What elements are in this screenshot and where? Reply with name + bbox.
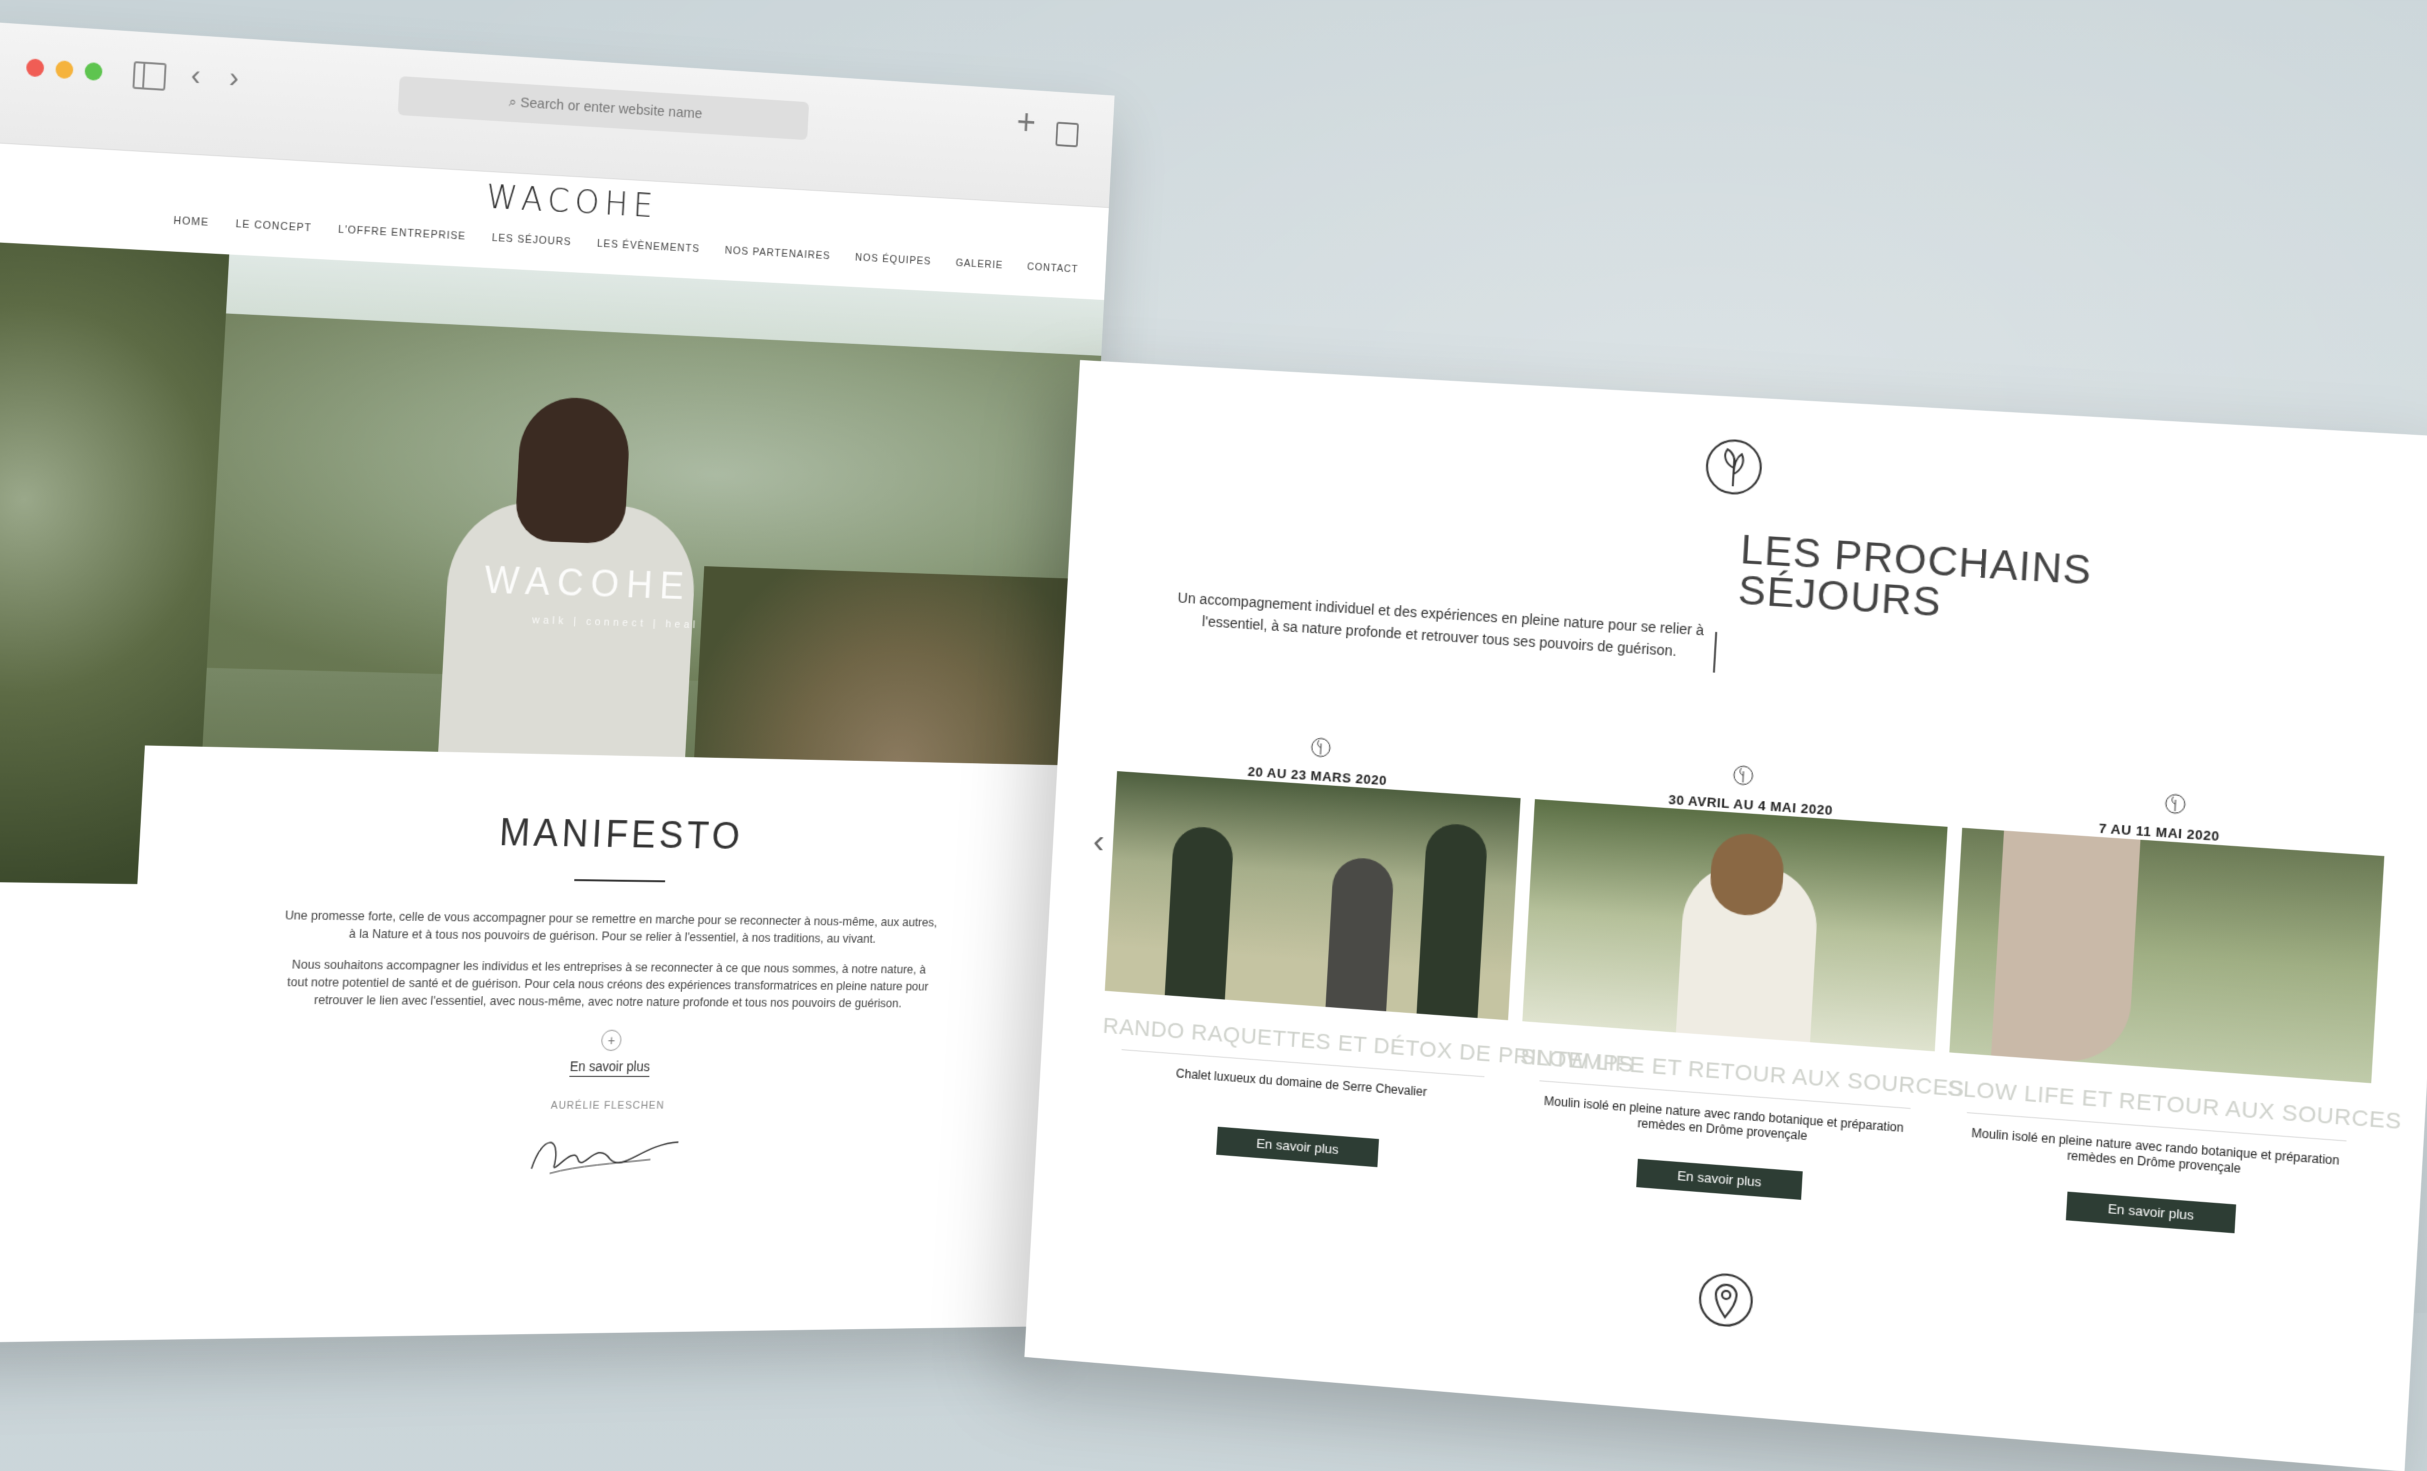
title-divider (574, 879, 666, 883)
forward-arrow-icon[interactable]: › (228, 61, 239, 94)
sejours-title: LES PROCHAINS SÉJOURS (1737, 528, 2093, 633)
carousel-prev-arrow[interactable]: ‹ (1092, 822, 1105, 862)
leaf-logo-icon (1702, 436, 1765, 498)
manifesto-paragraph-2: Nous souhaitons accompagner les individu… (286, 956, 929, 1011)
sejour-more-button[interactable]: En savoir plus (1636, 1158, 1803, 1200)
new-tab-icon[interactable]: + (1016, 102, 1037, 142)
sejour-card[interactable]: 7 AU 11 MAI 2020 SLOW LIFE ET RETOUR AUX… (1940, 779, 2403, 1251)
manifesto-title: MANIFESTO (498, 811, 745, 858)
manifesto-more-link[interactable]: En savoir plus (569, 1058, 651, 1077)
show-tabs-icon[interactable] (1055, 121, 1079, 148)
hero-logo: WACOHE (483, 558, 693, 608)
manifesto-section: MANIFESTO Une promesse forte, celle de v… (112, 745, 1081, 1341)
nav-galerie[interactable]: GALERIE (955, 257, 1003, 271)
sejours-page: LES PROCHAINS SÉJOURS Un accompagnement … (1024, 360, 2427, 1471)
leaf-icon (1731, 763, 1755, 787)
sejour-more-button[interactable]: En savoir plus (2065, 1191, 2237, 1234)
nav-nos-partenaires[interactable]: NOS PARTENAIRES (725, 245, 831, 262)
sejour-title: RANDO RAQUETTES ET DÉTOX DE PRINTEMPS (1102, 1012, 1635, 1078)
nav-home[interactable]: HOME (173, 215, 209, 229)
nav-contact[interactable]: CONTACT (1027, 261, 1079, 275)
sidebar-toggle-icon[interactable] (132, 61, 167, 91)
plus-circle-icon[interactable]: + (600, 1029, 622, 1051)
sejour-photo-hikers (1104, 771, 1521, 1021)
address-placeholder: Search or enter website name (519, 94, 703, 123)
manifesto-author: AURÉLIE FLESCHEN (550, 1099, 665, 1112)
nav-les-sejours[interactable]: LES SÉJOURS (491, 232, 571, 248)
sejours-carousel: 20 AU 23 MARS 2020 RANDO RAQUETTES ET DÉ… (1096, 723, 2403, 1251)
close-window-button[interactable] (25, 58, 45, 78)
maximize-window-button[interactable] (84, 62, 103, 81)
text-cursor (1712, 631, 1718, 673)
sejour-location: Moulin isolé en pleine nature avec rando… (1543, 1093, 1905, 1144)
minimize-window-button[interactable] (55, 60, 74, 80)
sejour-photo-woman-field (1522, 799, 1948, 1052)
address-bar[interactable]: ⌕ Search or enter website name (397, 76, 810, 141)
browser-window-home: ‹ › ⌕ Search or enter website name + WAC… (0, 20, 1115, 1344)
sejours-description: Un accompagnement individuel et des expé… (1177, 589, 1705, 660)
nav-offre-entreprise[interactable]: L'OFFRE ENTREPRISE (338, 224, 466, 243)
sejour-photo-hand-plant (1949, 827, 2385, 1084)
nav-nos-equipes[interactable]: NOS ÉQUIPES (855, 252, 932, 267)
back-arrow-icon[interactable]: ‹ (190, 59, 201, 92)
sejour-card[interactable]: 20 AU 23 MARS 2020 RANDO RAQUETTES ET DÉ… (1096, 723, 1635, 1183)
sejour-card[interactable]: 30 AVRIL AU 4 MAI 2020 SLOW LIFE ET RETO… (1513, 751, 1966, 1217)
site-logo[interactable]: WACOHE (485, 178, 659, 226)
leaf-icon (2163, 792, 2188, 816)
sejour-more-button[interactable]: En savoir plus (1216, 1126, 1379, 1168)
location-pin-icon (1697, 1270, 1756, 1329)
leaf-icon (1309, 736, 1332, 760)
sejour-title: SLOW LIFE ET RETOUR AUX SOURCES (1519, 1043, 1966, 1102)
nav-les-evenements[interactable]: LES ÉVÈNEMENTS (597, 238, 700, 255)
manifesto-paragraph-1: Une promesse forte, celle de vous accomp… (284, 907, 938, 946)
sejour-title: SLOW LIFE ET RETOUR AUX SOURCES (1946, 1074, 2403, 1135)
sejour-location: Chalet luxueux du domaine de Serre Cheva… (1175, 1066, 1428, 1100)
sejour-location: Moulin isolé en pleine nature avec rando… (1971, 1125, 2340, 1176)
signature-image (522, 1125, 689, 1183)
nav-le-concept[interactable]: LE CONCEPT (235, 218, 312, 234)
